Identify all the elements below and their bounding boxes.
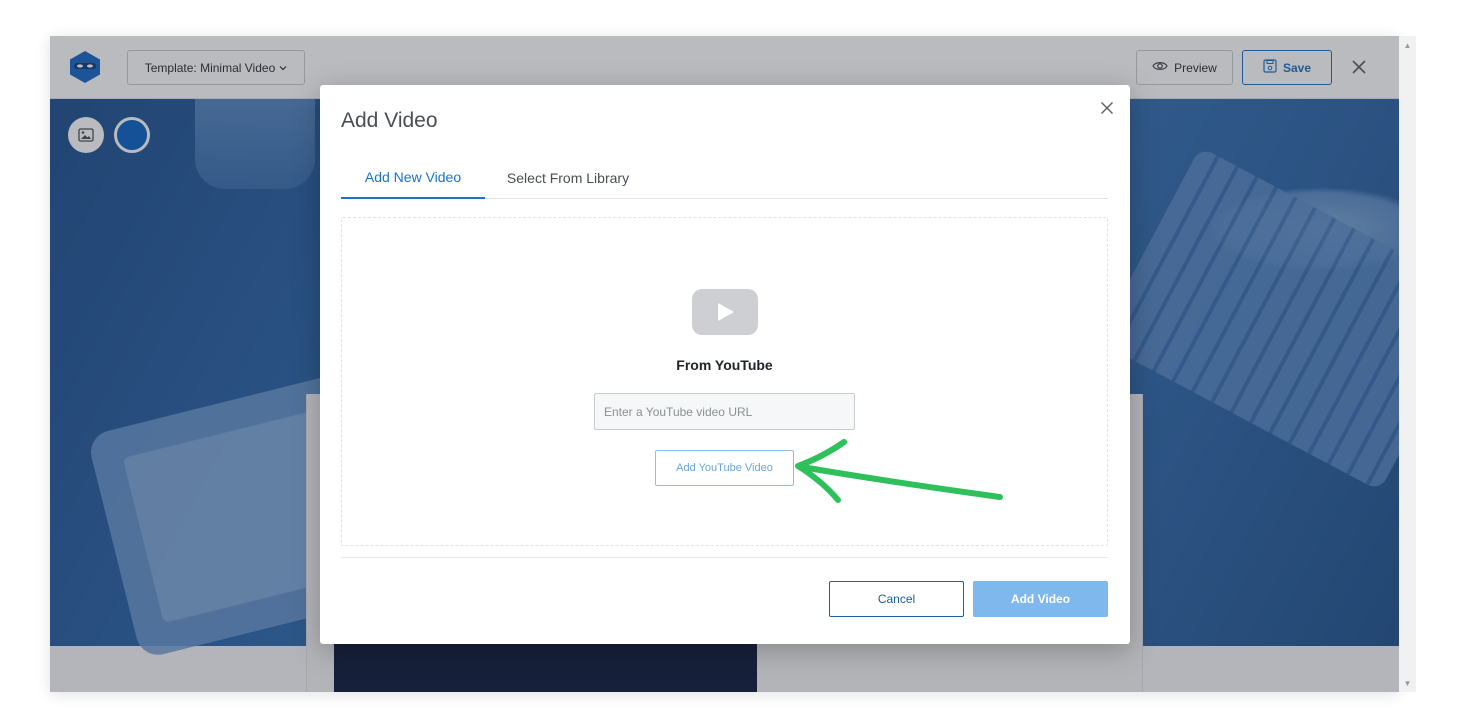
- youtube-play-icon: [692, 289, 758, 335]
- cancel-button-label: Cancel: [877, 592, 916, 606]
- modal-title: Add Video: [341, 109, 438, 132]
- add-video-modal: Add Video Add New Video Select From Libr…: [320, 85, 1130, 644]
- youtube-url-input[interactable]: [594, 393, 855, 430]
- add-video-button[interactable]: Add Video: [973, 581, 1108, 617]
- tab-select-from-library[interactable]: Select From Library: [491, 157, 645, 199]
- from-youtube-label: From YouTube: [676, 357, 773, 373]
- modal-tabs: Add New Video Select From Library: [341, 157, 1108, 199]
- modal-footer-divider: [341, 557, 1108, 558]
- cancel-button[interactable]: Cancel: [829, 581, 964, 617]
- tab-add-new-video[interactable]: Add New Video: [341, 157, 485, 199]
- add-youtube-video-label: Add YouTube Video: [676, 462, 773, 474]
- close-icon[interactable]: [1096, 97, 1118, 119]
- scroll-down-arrow[interactable]: ▼: [1399, 676, 1416, 690]
- page-scrollbar[interactable]: ▲ ▼: [1399, 36, 1416, 692]
- tab-label: Select From Library: [506, 170, 630, 186]
- add-video-button-label: Add Video: [1010, 592, 1071, 606]
- tab-label: Add New Video: [364, 169, 462, 185]
- scroll-up-arrow[interactable]: ▲: [1399, 38, 1416, 52]
- youtube-source-panel: From YouTube Add YouTube Video: [341, 217, 1108, 546]
- add-youtube-video-button[interactable]: Add YouTube Video: [655, 450, 794, 486]
